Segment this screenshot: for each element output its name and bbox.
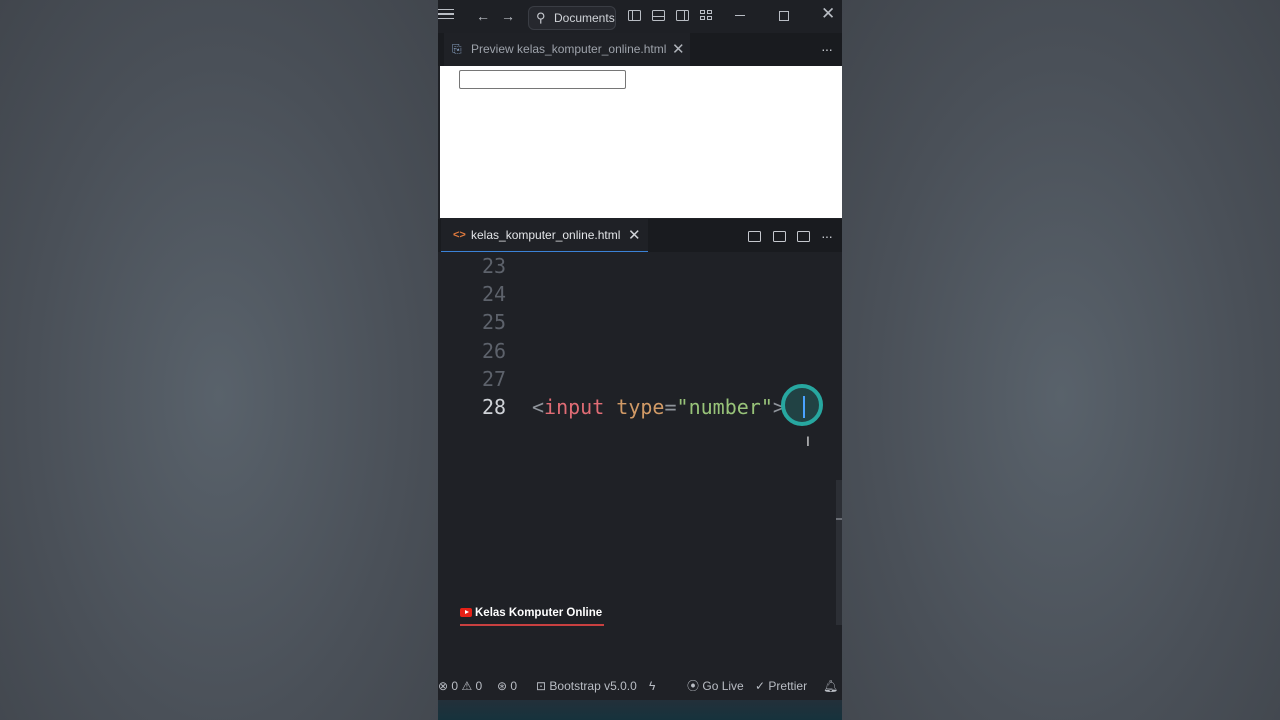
toggle-primary-sidebar-icon[interactable] — [628, 10, 641, 21]
prettier-label: Prettier — [768, 679, 808, 693]
background-left — [0, 0, 438, 720]
minimize-icon[interactable] — [735, 15, 745, 17]
prettier-status[interactable]: ✓ Prettier — [755, 672, 807, 700]
close-window-icon[interactable]: ✕ — [821, 5, 835, 22]
title-bar: ← → ⚲ Documents ✕ — [438, 0, 842, 33]
toggle-secondary-sidebar-icon[interactable] — [676, 10, 689, 21]
editor-more-actions-icon[interactable]: ··· — [821, 228, 833, 244]
error-icon: ⊗ — [438, 679, 449, 693]
watermark-label: Kelas Komputer Online — [475, 607, 603, 619]
bell-icon[interactable]: 🔔︎ — [823, 672, 838, 700]
go-live-button[interactable]: ⦿ Go Live — [687, 672, 744, 700]
code-open-bracket: < — [532, 395, 545, 419]
line-number: 23 — [482, 254, 507, 278]
code-attribute: type — [604, 395, 665, 419]
bootstrap-label: Bootstrap v5.0.0 — [549, 679, 637, 693]
html-preview-pane — [440, 66, 842, 218]
click-highlight-cursor — [781, 384, 823, 426]
tab-editor-label: kelas_komputer_online.html — [471, 228, 621, 242]
tab-preview-close-icon[interactable]: ✕ — [672, 33, 685, 66]
search-label: Documents — [554, 11, 615, 25]
customize-layout-icon[interactable] — [700, 10, 713, 21]
preview-number-input[interactable] — [459, 70, 626, 89]
back-arrow-icon[interactable]: ← — [476, 8, 490, 24]
bootstrap-status[interactable]: ⊡ Bootstrap v5.0.0 — [536, 672, 637, 700]
warning-count: 0 — [475, 679, 483, 693]
editor-scrollbar[interactable] — [836, 480, 842, 625]
broadcast-icon: ⊛ — [497, 679, 508, 693]
line-number: 26 — [482, 339, 507, 363]
channel-watermark: Kelas Komputer Online — [460, 607, 602, 619]
maximize-icon[interactable] — [779, 11, 789, 21]
ibeam-cursor-icon: I — [806, 433, 810, 449]
preview-tab-bar: ⎘ Preview kelas_komputer_online.html ✕ ·… — [438, 33, 842, 66]
line-number: 25 — [482, 310, 507, 334]
menu-icon[interactable] — [438, 9, 454, 21]
split-editor-icon[interactable] — [797, 231, 810, 242]
search-icon: ⚲ — [536, 10, 546, 25]
text-caret — [803, 396, 805, 418]
tab-preview-label: Preview kelas_komputer_online.html — [471, 42, 667, 56]
code-string-value: "number" — [676, 395, 773, 419]
youtube-icon — [460, 608, 472, 617]
toggle-panel-icon[interactable] — [652, 10, 665, 21]
tab-editor-file[interactable]: <> kelas_komputer_online.html ✕ — [441, 219, 648, 252]
ports-status[interactable]: ⊛ 0 — [497, 672, 517, 700]
watermark-underline — [460, 624, 604, 626]
status-bar: ⊗ 0 ⚠ 0 ⊛ 0 ⊡ Bootstrap v5.0.0 ϟ ⦿ Go Li… — [438, 672, 842, 700]
tab-preview[interactable]: ⎘ Preview kelas_komputer_online.html ✕ — [444, 33, 690, 66]
command-center-search[interactable]: ⚲ Documents — [528, 6, 616, 30]
preview-file-icon: ⎘ — [452, 42, 462, 56]
open-preview-to-side-icon[interactable] — [748, 231, 761, 242]
broadcast-icon: ⦿ — [687, 679, 700, 693]
bootstrap-icon: ⊡ — [536, 679, 547, 693]
check-double-icon: ✓ — [755, 679, 766, 693]
active-line-number: 28 — [482, 395, 507, 419]
code-tag-name: input — [544, 395, 605, 419]
background-right — [842, 0, 1280, 720]
html-file-icon: <> — [453, 229, 466, 241]
forward-arrow-icon[interactable]: → — [501, 8, 515, 24]
warning-icon: ⚠ — [461, 679, 473, 693]
go-live-label: Go Live — [702, 679, 744, 693]
scrollbar-position-marker — [836, 518, 842, 520]
error-count: 0 — [451, 679, 459, 693]
code-equals: = — [664, 395, 677, 419]
vscode-window: ← → ⚲ Documents ✕ ⎘ Preview kelas_komput… — [438, 0, 842, 720]
bottom-strip — [438, 700, 842, 720]
code-line-28[interactable]: <input type="number"> — [532, 393, 785, 421]
line-number: 27 — [482, 367, 507, 391]
ports-count: 0 — [510, 679, 518, 693]
lightning-icon[interactable]: ϟ — [649, 672, 655, 700]
show-preview-icon[interactable] — [773, 231, 786, 242]
tab-editor-close-icon[interactable]: ✕ — [628, 219, 641, 252]
preview-more-actions-icon[interactable]: ··· — [821, 41, 833, 57]
problems-status[interactable]: ⊗ 0 ⚠ 0 — [438, 672, 482, 700]
line-number: 24 — [482, 282, 507, 306]
